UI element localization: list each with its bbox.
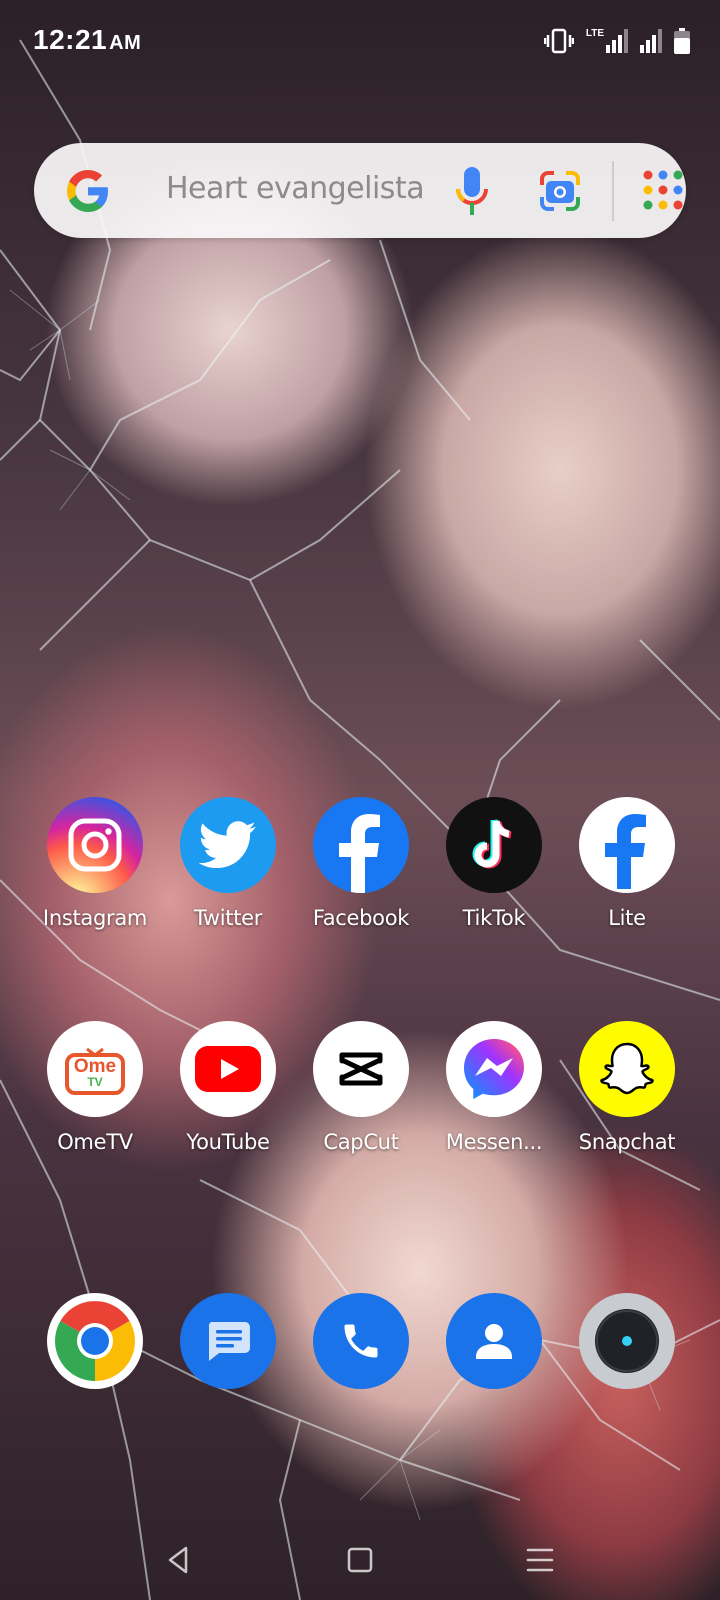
app-label: Facebook bbox=[312, 906, 410, 930]
app-ometv[interactable]: Ome TV OmeTV bbox=[33, 1021, 157, 1154]
mic-icon[interactable] bbox=[452, 163, 492, 219]
lte-signal-icon: LTE bbox=[586, 29, 628, 53]
dock-phone[interactable] bbox=[299, 1293, 423, 1389]
app-youtube[interactable]: YouTube bbox=[166, 1021, 290, 1154]
snapchat-icon bbox=[579, 1021, 675, 1117]
tiktok-icon bbox=[446, 797, 542, 893]
search-query-text[interactable]: Heart evangelista bbox=[166, 171, 425, 206]
status-time: 12:21 AM bbox=[33, 24, 141, 56]
home-icon[interactable] bbox=[340, 1540, 380, 1580]
clock-ampm: AM bbox=[109, 32, 142, 54]
facebook-icon bbox=[313, 797, 409, 893]
app-capcut[interactable]: CapCut bbox=[299, 1021, 423, 1154]
signal-bars-2-icon bbox=[640, 29, 662, 53]
chrome-icon bbox=[47, 1293, 143, 1389]
app-label: Lite bbox=[608, 906, 646, 930]
ometv-tv-shape: Ome TV bbox=[63, 1041, 127, 1097]
app-grid-icon[interactable] bbox=[642, 169, 684, 211]
app-label: CapCut bbox=[323, 1130, 399, 1154]
app-messenger[interactable]: Messen... bbox=[432, 1021, 556, 1154]
messages-icon bbox=[180, 1293, 276, 1389]
app-twitter[interactable]: Twitter bbox=[166, 797, 290, 930]
recents-icon[interactable] bbox=[520, 1540, 560, 1580]
status-bar: 12:21 AM LTE bbox=[0, 0, 720, 80]
dock-chrome[interactable] bbox=[33, 1293, 157, 1389]
app-label: Snapchat bbox=[578, 1130, 676, 1154]
dock-messages[interactable] bbox=[166, 1293, 290, 1389]
navigation-bar bbox=[0, 1520, 720, 1600]
capcut-icon bbox=[313, 1021, 409, 1117]
app-facebook[interactable]: Facebook bbox=[299, 797, 423, 930]
app-label: OmeTV bbox=[57, 1130, 133, 1154]
ometv-icon-text: Ome bbox=[73, 1056, 117, 1077]
back-icon[interactable] bbox=[158, 1540, 198, 1580]
app-facebook-lite[interactable]: Lite bbox=[565, 797, 689, 930]
status-icons: LTE bbox=[543, 28, 690, 54]
app-label: YouTube bbox=[186, 1130, 270, 1154]
network-label: LTE bbox=[585, 28, 604, 39]
instagram-icon bbox=[47, 797, 143, 893]
ometv-icon-subtext: TV bbox=[87, 1075, 103, 1089]
twitter-icon bbox=[180, 797, 276, 893]
app-tiktok[interactable]: TikTok bbox=[432, 797, 556, 930]
search-divider bbox=[612, 161, 614, 221]
clock-time: 12:21 bbox=[33, 24, 108, 55]
google-search-bar[interactable]: Heart evangelista bbox=[34, 143, 686, 238]
app-label: Instagram bbox=[42, 906, 148, 930]
app-snapchat[interactable]: Snapchat bbox=[565, 1021, 689, 1154]
phone-icon bbox=[313, 1293, 409, 1389]
lens-icon[interactable] bbox=[538, 169, 582, 213]
app-label: TikTok bbox=[462, 906, 526, 930]
signal-bars-1-icon bbox=[606, 29, 628, 53]
app-label: Twitter bbox=[193, 906, 263, 930]
app-instagram[interactable]: Instagram bbox=[33, 797, 157, 930]
camera-icon bbox=[579, 1293, 675, 1389]
facebook-lite-icon bbox=[579, 797, 675, 893]
app-label: Messen... bbox=[445, 1130, 543, 1154]
dock-contacts[interactable] bbox=[432, 1293, 556, 1389]
contacts-icon bbox=[446, 1293, 542, 1389]
youtube-icon bbox=[180, 1021, 276, 1117]
google-logo-icon bbox=[67, 170, 108, 212]
battery-icon bbox=[674, 28, 690, 54]
dock-camera[interactable] bbox=[565, 1293, 689, 1389]
vibrate-icon bbox=[543, 28, 574, 54]
ometv-icon: Ome TV bbox=[47, 1021, 143, 1117]
messenger-icon bbox=[446, 1021, 542, 1117]
